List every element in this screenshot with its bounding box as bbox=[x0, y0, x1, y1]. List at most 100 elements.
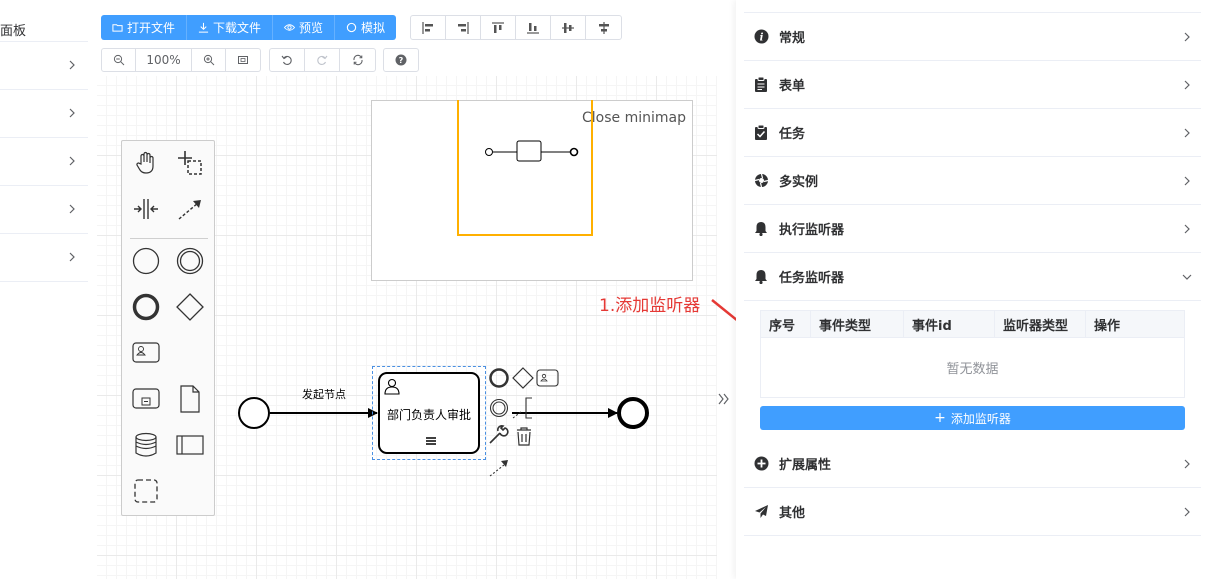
append-intermediate-event[interactable] bbox=[489, 398, 509, 418]
column-header: 序号 bbox=[761, 311, 811, 337]
align-center-button[interactable] bbox=[586, 16, 621, 39]
fit-viewport-button[interactable] bbox=[226, 49, 260, 71]
help-icon: ? bbox=[395, 54, 407, 66]
zoom-in-icon bbox=[203, 54, 214, 66]
align-right-icon bbox=[458, 21, 469, 34]
zoom-out-button[interactable] bbox=[102, 49, 136, 71]
data-store-tool[interactable] bbox=[128, 427, 164, 463]
align-toolbar bbox=[410, 15, 622, 40]
zoom-in-button[interactable] bbox=[192, 49, 226, 71]
align-bottom-button[interactable] bbox=[516, 16, 551, 39]
minimap[interactable]: Close minimap bbox=[371, 100, 693, 281]
chevron-right-icon bbox=[1184, 459, 1190, 469]
download-file-button[interactable]: 下载文件 bbox=[187, 15, 274, 40]
space-tool[interactable] bbox=[128, 191, 164, 227]
section-general[interactable]: i 常规 bbox=[744, 13, 1201, 61]
table-header: 序号 事件类型 事件id 监听器类型 操作 bbox=[761, 311, 1184, 338]
section-multi-instance[interactable]: 多实例 bbox=[744, 157, 1201, 205]
intermediate-event-tool[interactable] bbox=[172, 243, 208, 279]
left-panel-row[interactable] bbox=[0, 234, 88, 282]
section-task-listener[interactable]: 任务监听器 bbox=[744, 253, 1201, 301]
pool-tool[interactable] bbox=[172, 427, 208, 463]
subprocess-tool[interactable] bbox=[128, 381, 164, 417]
redo-icon bbox=[317, 55, 328, 65]
zoom-out-icon bbox=[113, 54, 124, 66]
close-minimap-button[interactable]: Close minimap bbox=[582, 110, 686, 126]
open-file-button[interactable]: 打开文件 bbox=[101, 15, 188, 40]
section-task[interactable]: 任务 bbox=[744, 109, 1201, 157]
flow-label: 发起节点 bbox=[302, 388, 346, 401]
align-top-button[interactable] bbox=[481, 16, 516, 39]
chevron-right-icon bbox=[69, 252, 75, 262]
hand-tool[interactable] bbox=[128, 145, 164, 181]
column-header: 监听器类型 bbox=[995, 311, 1086, 337]
folder-icon bbox=[112, 24, 123, 32]
left-panel-row[interactable] bbox=[0, 90, 88, 138]
palette-separator bbox=[130, 238, 208, 239]
chevron-down-icon bbox=[1182, 274, 1192, 280]
left-panel-row[interactable] bbox=[0, 186, 88, 234]
section-other[interactable]: 其他 bbox=[744, 488, 1201, 536]
append-task[interactable] bbox=[536, 369, 559, 387]
left-panel-row[interactable] bbox=[0, 138, 88, 186]
chevron-right-icon bbox=[1184, 176, 1190, 186]
eye-icon bbox=[284, 24, 296, 31]
left-panel-row[interactable] bbox=[0, 42, 88, 90]
minimap-preview bbox=[485, 140, 579, 162]
chevron-right-icon bbox=[69, 60, 75, 70]
align-top-icon bbox=[492, 21, 504, 33]
svg-text:i: i bbox=[759, 33, 763, 44]
append-gateway[interactable] bbox=[512, 367, 534, 389]
plus-icon: + bbox=[934, 410, 946, 426]
simulate-button[interactable]: 模拟 bbox=[335, 15, 397, 40]
lasso-tool[interactable] bbox=[172, 145, 208, 181]
section-form[interactable]: 表单 bbox=[744, 61, 1201, 109]
connect-icon[interactable] bbox=[489, 460, 508, 477]
database-icon bbox=[135, 432, 157, 457]
user-task[interactable]: 部门负责人审批 bbox=[378, 372, 480, 454]
append-end-event[interactable] bbox=[489, 368, 509, 388]
chevron-right-icon bbox=[1184, 32, 1190, 42]
task-label: 部门负责人审批 bbox=[386, 408, 471, 422]
section-label: 任务监听器 bbox=[779, 271, 845, 286]
append-text-annotation[interactable] bbox=[512, 397, 532, 419]
group-tool[interactable] bbox=[128, 473, 164, 509]
add-listener-button[interactable]: + 添加监听器 bbox=[760, 406, 1185, 430]
data-object-tool[interactable] bbox=[172, 381, 208, 417]
global-connect-tool[interactable] bbox=[172, 191, 208, 227]
chevron-right-icon bbox=[69, 156, 75, 166]
help-button[interactable]: ? bbox=[384, 49, 418, 71]
zoom-level[interactable]: 100% bbox=[136, 49, 192, 71]
section-extension-properties[interactable]: 扩展属性 bbox=[744, 440, 1201, 488]
undo-button[interactable] bbox=[270, 49, 305, 71]
redo-button[interactable] bbox=[305, 49, 340, 71]
align-right-button[interactable] bbox=[446, 16, 481, 39]
paper-plane-icon bbox=[753, 504, 769, 520]
column-header: 事件类型 bbox=[811, 311, 904, 337]
checklist-icon bbox=[753, 125, 769, 141]
section-label: 多实例 bbox=[779, 175, 819, 190]
wrench-icon[interactable] bbox=[489, 425, 509, 444]
properties-panel: i 常规 表单 任务 多实例 执行监听器 任务监听器 扩展属性 其他 bbox=[736, 0, 1209, 579]
refresh-button[interactable] bbox=[340, 49, 375, 71]
add-listener-label: 添加监听器 bbox=[950, 411, 1011, 426]
align-middle-button[interactable] bbox=[551, 16, 586, 39]
section-label: 常规 bbox=[779, 31, 806, 46]
section-execution-listener[interactable]: 执行监听器 bbox=[744, 205, 1201, 253]
align-left-button[interactable] bbox=[411, 16, 446, 39]
download-file-label: 下载文件 bbox=[213, 21, 262, 35]
preview-button[interactable]: 预览 bbox=[273, 15, 336, 40]
chevron-right-icon bbox=[69, 204, 75, 214]
end-event-tool[interactable] bbox=[128, 289, 164, 325]
svg-text:?: ? bbox=[399, 56, 404, 65]
trash-icon[interactable] bbox=[517, 427, 531, 446]
start-event-tool[interactable] bbox=[128, 243, 164, 279]
user-task-tool[interactable] bbox=[128, 335, 164, 371]
help-toolbar: ? bbox=[383, 48, 419, 72]
tool-palette bbox=[121, 140, 215, 516]
double-chevron-right-icon[interactable] bbox=[717, 389, 731, 409]
table-empty-text: 暂无数据 bbox=[946, 362, 999, 377]
section-label: 表单 bbox=[779, 79, 806, 94]
gateway-tool[interactable] bbox=[172, 289, 208, 325]
download-icon bbox=[198, 22, 209, 33]
